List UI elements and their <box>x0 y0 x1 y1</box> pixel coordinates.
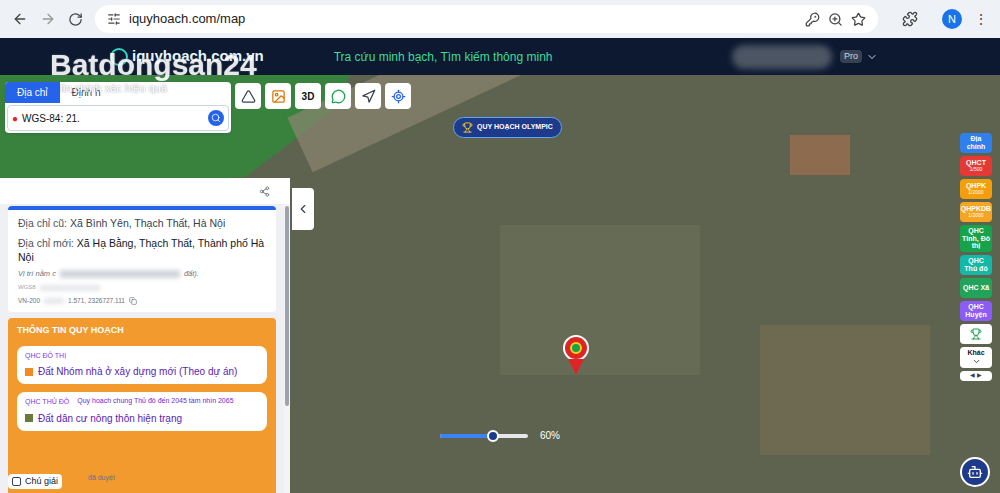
copy-icon[interactable] <box>129 297 137 305</box>
planning-title: THÔNG TIN QUY HOẠCH <box>17 324 267 338</box>
trophy-icon <box>462 122 473 133</box>
planning-card[interactable]: QHC THỦ ĐÔQuy hoạch chung Thủ đô đến 204… <box>17 392 267 431</box>
layer-buttons: Địa chính QHCT1/500 QHPK1/2000 QHPKDB1/2000… <box>960 133 992 381</box>
browser-bar: iquyhoach.com/map N ⋮ <box>0 0 1000 38</box>
opacity-slider[interactable]: 60% <box>440 428 560 443</box>
location-pin[interactable] <box>563 335 589 375</box>
legend-icon <box>12 477 21 486</box>
search-input[interactable]: ●WGS-84: 21. <box>7 105 229 131</box>
plan-badge: Pro <box>840 50 862 64</box>
search-tab[interactable]: Định h <box>60 82 113 103</box>
tagline: Tra cứu minh bạch, Tìm kiếm thông minh <box>334 48 553 66</box>
legend-note: đã duyệt <box>88 473 115 484</box>
planning-section: THÔNG TIN QUY HOẠCH QHC ĐÔ THỊĐất Nhóm nh… <box>8 318 276 493</box>
chat-icon <box>331 89 346 104</box>
back-icon[interactable] <box>12 11 28 27</box>
star-icon[interactable] <box>851 12 866 27</box>
toolbar-button[interactable] <box>235 83 261 109</box>
planning-card[interactable]: QHC ĐÔ THỊĐất Nhóm nhà ở xây dựng mới (T… <box>17 346 267 385</box>
address-card: Địa chỉ cũ: Xã Bình Yên, Thạch Thất, Hà … <box>8 206 276 312</box>
app: iquyhoach.com/map N ⋮ iquyhoach.com.vn Tra c… <box>0 0 1000 493</box>
app-header: iquyhoach.com.vn Tra cứu minh bạch, Tìm k… <box>0 38 1000 75</box>
share-icon[interactable] <box>259 186 270 197</box>
collapse-button[interactable] <box>292 188 314 230</box>
toolbar-button[interactable] <box>355 83 381 109</box>
bot-icon <box>967 464 983 480</box>
coords-vn2000: VN-2001.571, 2326727.111 <box>18 296 266 306</box>
layer-button[interactable]: QHC Tỉnh, Đô thị <box>960 225 992 252</box>
search-box: Địa chỉĐịnh h●WGS-84: 21. <box>5 82 231 133</box>
new-address: Địa chỉ mới: Xã Hạ Bằng, Thạch Thất, Thà… <box>18 236 266 264</box>
chevron-left-icon <box>296 202 310 216</box>
layer-button[interactable] <box>960 324 992 344</box>
logo[interactable]: iquyhoach.com.vn <box>110 45 264 68</box>
search-icon <box>211 113 221 123</box>
toolbar-button[interactable] <box>325 83 351 109</box>
planning-color-swatch <box>25 368 33 376</box>
logo-icon <box>110 48 128 66</box>
zoom-icon[interactable] <box>828 12 843 27</box>
layer-button[interactable]: QHC Huyện <box>960 301 992 321</box>
account-chevron-icon[interactable] <box>866 51 878 63</box>
map[interactable]: Địa chỉĐịnh h●WGS-84: 21. 3D QUY HOẠCH OLY… <box>0 75 1000 493</box>
planning-color-swatch <box>25 414 33 422</box>
coords-wgs: WGS8 <box>18 283 266 292</box>
layer-scroll[interactable]: ◀ ▶ <box>960 371 992 381</box>
opacity-reading: 60% <box>540 428 560 443</box>
url-text: iquyhoach.com/map <box>129 9 797 29</box>
key-icon[interactable] <box>805 12 820 27</box>
more-chevron-icon <box>972 357 981 366</box>
layer-button[interactable]: QHPKDB1/2000 <box>960 202 992 222</box>
toolbar-button[interactable]: 3D <box>295 83 321 109</box>
layer-button[interactable]: QHCT1/500 <box>960 156 992 176</box>
chatbot-button[interactable] <box>960 457 990 487</box>
photo-icon <box>271 89 286 104</box>
url-bar[interactable]: iquyhoach.com/map <box>95 5 878 33</box>
map-field <box>760 325 930 455</box>
pin-icon: ● <box>12 111 18 126</box>
reload-icon[interactable] <box>68 12 83 27</box>
site-settings-icon[interactable] <box>107 12 121 26</box>
info-panel: Địa chỉ cũ: Xã Bình Yên, Thạch Thất, Hà … <box>0 178 290 493</box>
search-button[interactable] <box>208 110 224 126</box>
olympic-badge[interactable]: QUY HOẠCH OLYMPIC <box>453 117 562 138</box>
position-note: Vị trí nằm cđất). <box>18 268 266 279</box>
legend-bar[interactable]: Chú giải <box>8 474 62 490</box>
old-address: Địa chỉ cũ: Xã Bình Yên, Thạch Thất, Hà … <box>18 216 266 232</box>
layer-button[interactable]: Địa chính <box>960 133 992 153</box>
slider-thumb[interactable] <box>487 430 499 442</box>
map-toolbar: 3D <box>235 83 411 109</box>
layer-button[interactable]: Khác <box>960 347 992 368</box>
menu-icon[interactable]: ⋮ <box>974 12 988 26</box>
panel-scrollbar[interactable] <box>284 204 290 493</box>
search-tab[interactable]: Địa chỉ <box>5 82 60 103</box>
account-blur <box>732 45 832 69</box>
map-building <box>790 135 850 175</box>
measure-icon <box>241 89 256 104</box>
pin-logo-icon <box>570 342 582 354</box>
map-field <box>500 225 700 375</box>
panel-header <box>0 178 290 204</box>
extensions-icon[interactable] <box>902 11 918 27</box>
layer-button[interactable]: QHPK1/2000 <box>960 179 992 199</box>
forward-icon[interactable] <box>40 11 56 27</box>
toolbar-button[interactable] <box>265 83 291 109</box>
watermark: Batdongsan24tin chính xác hiệu quả <box>50 50 257 97</box>
search-tabs: Địa chỉĐịnh h <box>5 82 231 103</box>
locate-icon <box>391 89 406 104</box>
layer-button[interactable]: QHC Thủ đô <box>960 255 992 275</box>
olympic-icon <box>970 328 982 340</box>
toolbar-button[interactable] <box>385 83 411 109</box>
layer-button[interactable]: QHC Xã <box>960 278 992 298</box>
avatar[interactable]: N <box>942 9 962 29</box>
compass-icon <box>361 89 376 104</box>
